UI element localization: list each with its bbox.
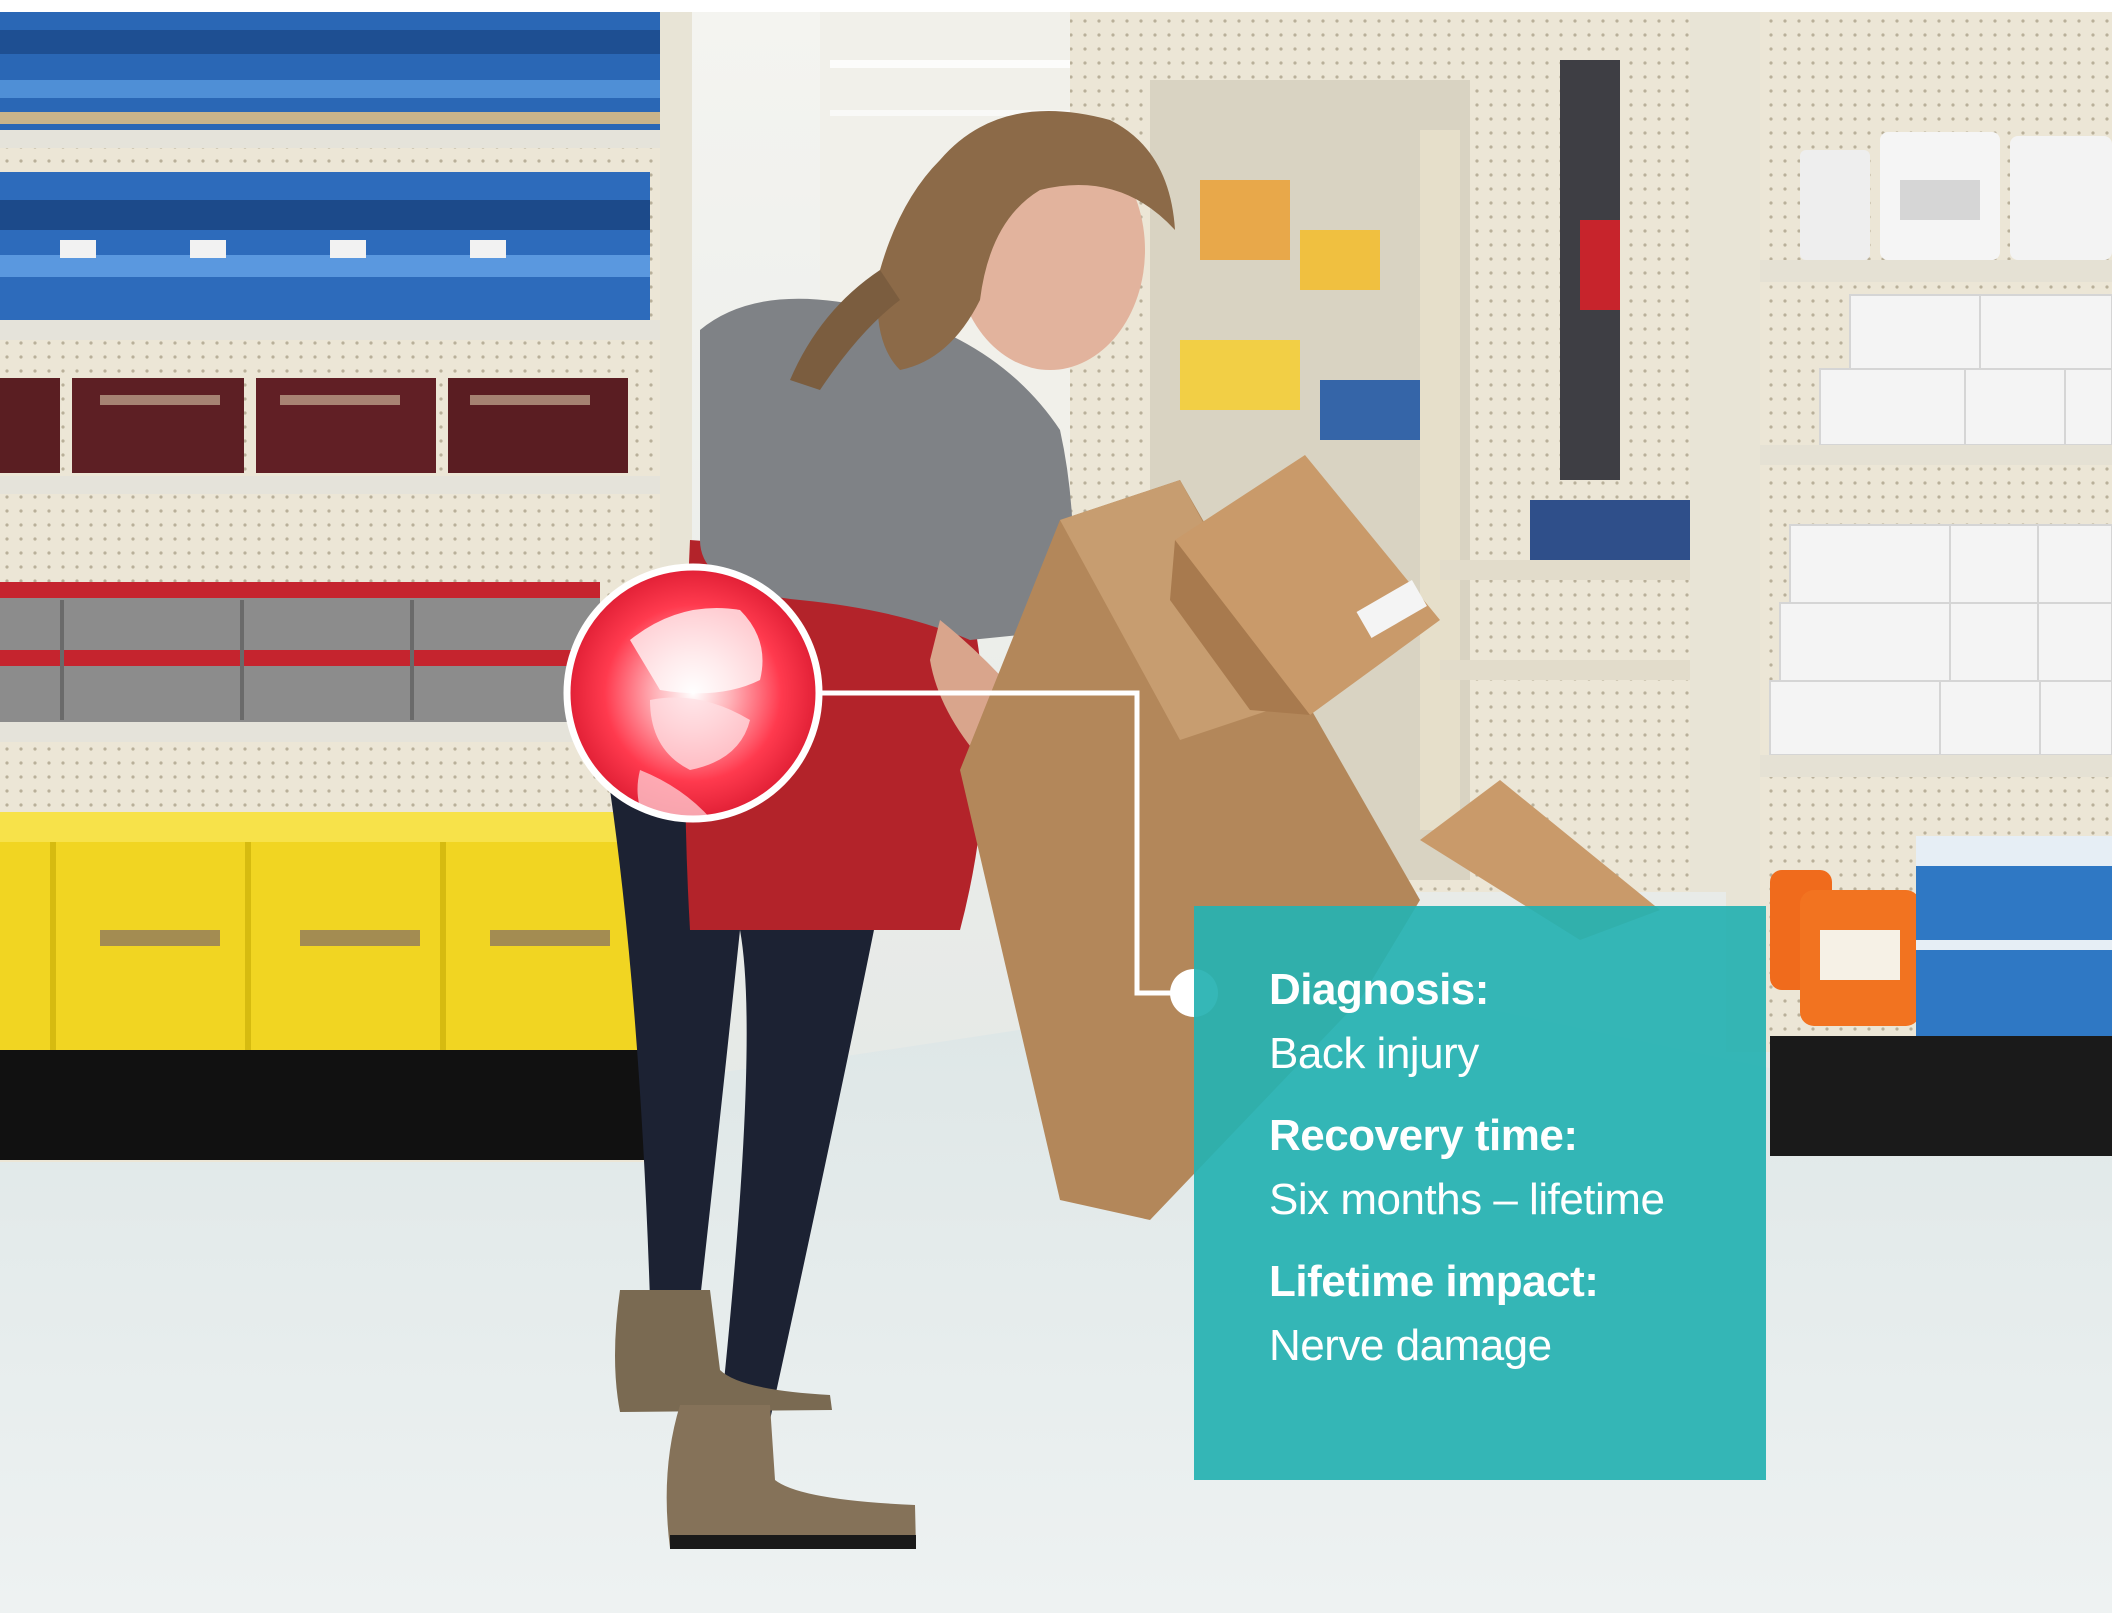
diagnosis-value: Back injury bbox=[1269, 1029, 1479, 1078]
recovery-time-value: Six months – lifetime bbox=[1269, 1175, 1665, 1224]
left-shelving bbox=[0, 12, 692, 1162]
right-shelf-base bbox=[1770, 1036, 2112, 1156]
right-shelving bbox=[1726, 12, 2112, 1156]
lifetime-impact-label: Lifetime impact: bbox=[1269, 1257, 1599, 1306]
shelf-base bbox=[0, 1050, 670, 1160]
photo-scene: Diagnosis: Back injury Recovery time: Si… bbox=[0, 0, 2112, 1613]
lifetime-impact-value: Nerve damage bbox=[1269, 1321, 1552, 1370]
recovery-time-label: Recovery time: bbox=[1269, 1111, 1578, 1160]
diagnosis-label: Diagnosis: bbox=[1269, 965, 1489, 1014]
injury-info-panel: Diagnosis: Back injury Recovery time: Si… bbox=[1194, 906, 1766, 1480]
store-aisle-photo bbox=[0, 0, 2112, 1613]
